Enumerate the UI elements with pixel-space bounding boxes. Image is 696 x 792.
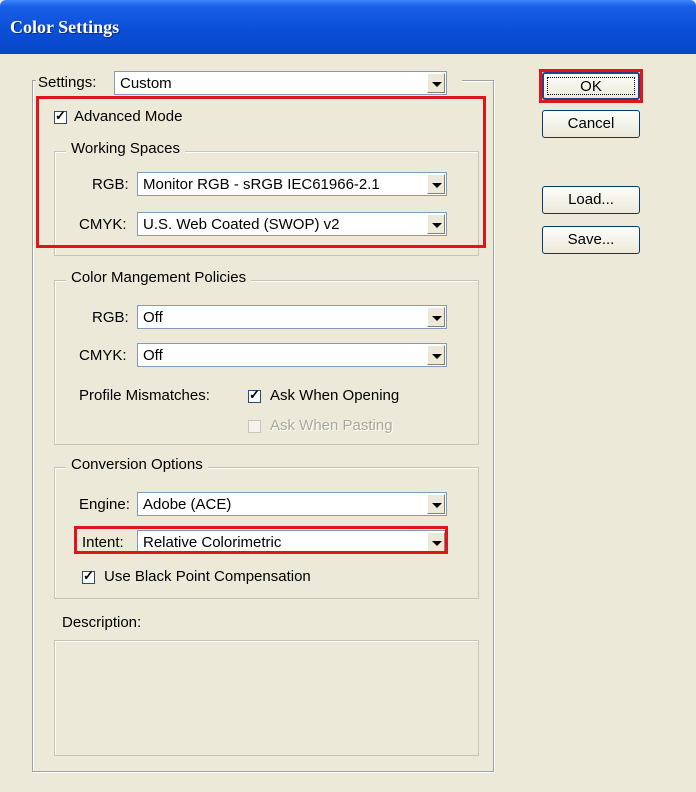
ask-opening-checkbox[interactable]	[248, 387, 261, 403]
policy-rgb-dropdown[interactable]: Off	[137, 305, 447, 329]
black-point-checkbox[interactable]	[82, 568, 95, 584]
intent-dropdown[interactable]: Relative Colorimetric	[137, 530, 447, 554]
ask-opening-label[interactable]: Ask When Opening	[270, 387, 399, 404]
engine-label: Engine:	[79, 496, 130, 513]
profile-mismatches-label: Profile Mismatches:	[79, 387, 210, 404]
chevron-down-icon[interactable]	[427, 214, 445, 234]
policy-cmyk-label: CMYK:	[79, 347, 127, 364]
cancel-label: Cancel	[567, 115, 615, 132]
intent-value: Relative Colorimetric	[143, 534, 282, 551]
ws-cmyk-value: U.S. Web Coated (SWOP) v2	[143, 216, 340, 233]
policy-cmyk-value: Off	[143, 347, 163, 364]
ws-cmyk-label: CMYK:	[79, 216, 127, 233]
policy-cmyk-dropdown[interactable]: Off	[137, 343, 447, 367]
chevron-down-icon[interactable]	[427, 494, 445, 514]
ws-rgb-dropdown[interactable]: Monitor RGB - sRGB IEC61966-2.1	[137, 172, 447, 196]
chevron-down-icon[interactable]	[427, 345, 445, 365]
ask-pasting-label: Ask When Pasting	[270, 417, 393, 434]
chevron-down-icon[interactable]	[427, 307, 445, 327]
chevron-down-icon[interactable]	[427, 73, 445, 93]
ws-rgb-value: Monitor RGB - sRGB IEC61966-2.1	[143, 176, 380, 193]
title-bar: Color Settings	[0, 0, 696, 54]
chevron-down-icon[interactable]	[427, 532, 445, 552]
description-label: Description:	[62, 614, 142, 631]
engine-dropdown[interactable]: Adobe (ACE)	[137, 492, 447, 516]
color-settings-dialog: Color Settings Settings: Custom Advanced…	[0, 0, 696, 792]
cancel-button[interactable]: Cancel	[542, 110, 640, 138]
save-label: Save...	[567, 231, 615, 248]
working-spaces-title: Working Spaces	[66, 140, 185, 157]
ws-cmyk-dropdown[interactable]: U.S. Web Coated (SWOP) v2	[137, 212, 447, 236]
window-title: Color Settings	[10, 17, 120, 37]
policy-rgb-label: RGB:	[92, 309, 129, 326]
focus-ring	[547, 77, 635, 95]
ok-button[interactable]: OK	[542, 72, 640, 100]
load-label: Load...	[568, 191, 614, 208]
settings-dropdown[interactable]: Custom	[114, 71, 447, 95]
ws-rgb-label: RGB:	[92, 176, 129, 193]
description-box	[54, 640, 479, 756]
policy-rgb-value: Off	[143, 309, 163, 326]
settings-row: Settings: Custom	[36, 70, 462, 96]
ask-pasting-checkbox	[248, 420, 261, 433]
load-button[interactable]: Load...	[542, 186, 640, 214]
settings-value: Custom	[120, 75, 172, 92]
intent-label: Intent:	[82, 534, 124, 551]
chevron-down-icon[interactable]	[427, 174, 445, 194]
save-button[interactable]: Save...	[542, 226, 640, 254]
conversion-title: Conversion Options	[66, 456, 208, 473]
working-spaces-group	[54, 151, 479, 256]
policies-title: Color Mangement Policies	[66, 269, 252, 286]
black-point-label[interactable]: Use Black Point Compensation	[104, 568, 311, 585]
engine-value: Adobe (ACE)	[143, 496, 232, 513]
settings-label: Settings:	[38, 74, 97, 91]
advanced-mode-label[interactable]: Advanced Mode	[74, 108, 182, 125]
advanced-mode-checkbox[interactable]	[54, 108, 67, 124]
